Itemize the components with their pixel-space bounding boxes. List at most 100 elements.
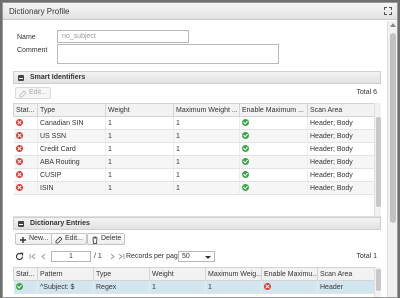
records-per-page-label: Records per page: [126, 253, 182, 260]
scan-area-cell: Header; Body: [307, 142, 375, 156]
weight-cell: 1: [105, 181, 174, 195]
column-header-status[interactable]: Stat...: [13, 267, 38, 281]
maximize-icon[interactable]: [384, 7, 392, 15]
max-weight-cell: 1: [173, 168, 240, 182]
edit-icon: [55, 236, 63, 244]
scan-area-cell: Header; Body: [307, 129, 375, 143]
edit-entry-button[interactable]: Edit...: [51, 233, 87, 245]
chevron-down-icon: [205, 256, 211, 259]
dialog-titlebar[interactable]: Dictionary Profile: [3, 3, 397, 20]
column-header-type[interactable]: Type: [93, 267, 150, 281]
enabled-check-icon: [242, 132, 249, 140]
collapse-icon[interactable]: [18, 75, 24, 81]
new-entry-button[interactable]: New...: [15, 233, 53, 245]
comment-label: Comment: [17, 47, 48, 54]
dialog-title: Dictionary Profile: [9, 7, 70, 16]
records-per-page-select[interactable]: 50: [178, 251, 215, 262]
table-header-row: Stat... Pattern Type Weight Maximum Weig…: [13, 267, 375, 281]
disabled-status-icon: [15, 184, 23, 192]
scrollbar-thumb[interactable]: [376, 117, 381, 207]
refresh-icon[interactable]: [15, 252, 24, 261]
column-header-type[interactable]: Type: [37, 103, 106, 117]
column-header-max-weight[interactable]: Maximum Weig...: [205, 267, 262, 281]
table-row[interactable]: ABA Routing 1 1 Header; Body: [13, 155, 375, 169]
dictionary-entries-header[interactable]: Dictionary Entries: [13, 217, 381, 230]
scrollbar-thumb[interactable]: [390, 33, 396, 223]
disabled-status-icon: [15, 132, 23, 140]
edit-label: Edit...: [65, 235, 83, 242]
page-number-input[interactable]: 1: [51, 251, 91, 262]
table-row[interactable]: CUSIP 1 1 Header; Body: [13, 168, 375, 182]
disabled-status-icon: [15, 145, 23, 153]
scan-area-cell: Header; Body: [307, 168, 375, 182]
table-row[interactable]: US SSN 1 1 Header; Body: [13, 129, 375, 143]
dictionary-entries-total: Total 1: [356, 253, 377, 260]
smart-identifiers-table: Stat... Type Weight Maximum Weight ... E…: [13, 103, 375, 195]
column-header-max-weight[interactable]: Maximum Weight ...: [173, 103, 240, 117]
scan-area-cell: Header; Body: [307, 116, 375, 130]
page-count: / 1: [94, 253, 102, 260]
smart-identifiers-scrollbar[interactable]: [374, 103, 381, 216]
type-cell: Credit Card: [37, 142, 106, 156]
type-cell: ABA Routing: [37, 155, 106, 169]
last-page-icon[interactable]: [118, 253, 125, 260]
column-header-enable-max[interactable]: Enable Maximu...: [261, 267, 318, 281]
column-header-scan-area[interactable]: Scan Area: [307, 103, 375, 117]
dictionary-entries-title: Dictionary Entries: [30, 220, 90, 227]
disabled-status-icon: [15, 158, 23, 166]
max-weight-cell: 1: [173, 155, 240, 169]
trash-icon: [92, 236, 98, 244]
max-weight-cell: 1: [173, 116, 240, 130]
max-weight-cell: 1: [173, 142, 240, 156]
first-page-icon[interactable]: [29, 253, 36, 260]
scan-area-cell: Header: [317, 280, 375, 294]
pagination-bar: 1 / 1 Records per page 50 Total 1: [13, 251, 381, 264]
previous-page-icon[interactable]: [40, 253, 47, 260]
type-cell: Canadian SIN: [37, 116, 106, 130]
weight-cell: 1: [105, 168, 174, 182]
scrollbar-thumb[interactable]: [376, 269, 381, 291]
edit-icon: [19, 90, 27, 98]
smart-identifiers-total: Total 6: [356, 89, 377, 96]
weight-cell: 1: [105, 142, 174, 156]
max-weight-cell: 1: [205, 280, 262, 294]
table-row[interactable]: Credit Card 1 1 Header; Body: [13, 142, 375, 156]
dialog-scrollbar[interactable]: [387, 21, 397, 297]
column-header-weight[interactable]: Weight: [149, 267, 206, 281]
column-header-pattern[interactable]: Pattern: [37, 267, 94, 281]
column-header-weight[interactable]: Weight: [105, 103, 174, 117]
records-per-page-value: 50: [182, 253, 190, 260]
scroll-up-icon[interactable]: [390, 23, 396, 27]
weight-cell: 1: [105, 116, 174, 130]
delete-label: Delete: [101, 235, 122, 242]
dialog-content: Name no_subject Comment Smart Identifier…: [3, 21, 387, 297]
column-header-scan-area[interactable]: Scan Area: [317, 267, 375, 281]
enabled-check-icon: [242, 158, 249, 166]
max-weight-cell: 1: [173, 129, 240, 143]
enabled-check-icon: [242, 119, 249, 127]
table-header-row: Stat... Type Weight Maximum Weight ... E…: [13, 103, 375, 117]
smart-identifiers-header[interactable]: Smart Identifiers: [13, 71, 381, 84]
table-row[interactable]: Canadian SIN 1 1 Header; Body: [13, 116, 375, 130]
enabled-check-icon: [242, 145, 249, 153]
max-weight-cell: 1: [173, 181, 240, 195]
table-row[interactable]: ISIN 1 1 Header; Body: [13, 181, 375, 195]
comment-field[interactable]: [57, 44, 279, 64]
scan-area-cell: Header; Body: [307, 181, 375, 195]
collapse-icon[interactable]: [18, 221, 24, 227]
type-cell: ISIN: [37, 181, 106, 195]
column-header-enable-max[interactable]: Enable Maximum ...: [239, 103, 308, 117]
delete-entry-button[interactable]: Delete: [87, 233, 126, 245]
type-cell: Regex: [93, 280, 150, 294]
table-row[interactable]: ^Subject: $ Regex 1 1 Header: [13, 280, 375, 294]
type-cell: CUSIP: [37, 168, 106, 182]
column-header-status[interactable]: Stat...: [13, 103, 38, 117]
dictionary-entries-scrollbar[interactable]: [374, 267, 381, 297]
next-page-icon[interactable]: [109, 253, 116, 260]
dictionary-entries-table: Stat... Pattern Type Weight Maximum Weig…: [13, 267, 375, 294]
smart-identifiers-toolbar: Edit... Total 6: [13, 87, 381, 100]
name-field[interactable]: no_subject: [57, 30, 189, 43]
pattern-cell: ^Subject: $: [37, 280, 94, 294]
smart-identifiers-edit-button: Edit...: [15, 87, 51, 99]
weight-cell: 1: [105, 129, 174, 143]
